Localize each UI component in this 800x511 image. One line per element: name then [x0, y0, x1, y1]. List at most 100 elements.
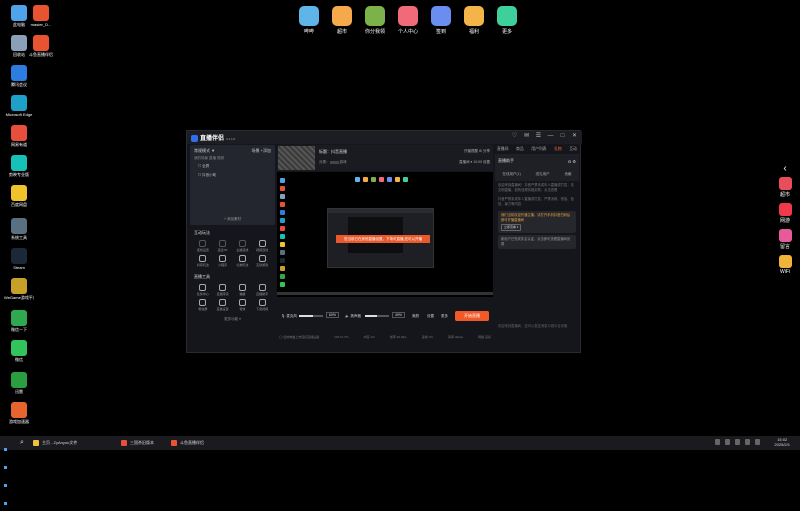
menu-icon[interactable]: ☰ [535, 133, 542, 140]
live-assistant-window: 直播伴侣 4.1.1.0 ♡ ✉ ☰ — □ ✕ 常规模式 ▼ 场景 +添加 我的场景 直播… [186, 130, 582, 353]
scene-label[interactable]: 场景 [252, 148, 260, 153]
dock-app[interactable]: 哔哔 [297, 6, 321, 35]
right-panel-tab[interactable]: 礼物 [554, 147, 562, 152]
add-source-button[interactable]: + 添加素材 [190, 217, 275, 222]
right-panel-tab[interactable]: 直播间 [497, 147, 508, 152]
dock-app[interactable]: 超市 [330, 6, 354, 35]
right-panel-tab[interactable]: 商品 [516, 147, 524, 152]
taskbar-item[interactable]: 三国杀旧版本 [120, 438, 154, 448]
collapse-chevron-icon[interactable]: ‹ [773, 163, 797, 177]
dock-app[interactable]: 福利 [462, 6, 486, 35]
interact-item[interactable]: 小程序 [214, 255, 232, 267]
tools-item[interactable]: 直播设置 [214, 299, 232, 311]
reminder-share[interactable]: 开播提醒 ⚙ 分享 [464, 149, 490, 154]
desktop-icon[interactable]: 网易有道 [4, 125, 34, 147]
mic-percent[interactable]: 60% [326, 312, 339, 318]
tools-item[interactable]: 音效 [234, 299, 252, 311]
dock-app[interactable]: 个人中心 [396, 6, 420, 35]
user-subtab[interactable]: 送礼用户 [536, 172, 550, 177]
speaker-percent[interactable]: 49% [392, 312, 405, 318]
interact-label: 互动游戏 [256, 263, 269, 267]
taskbar-item[interactable]: 主页 - ZyAnyou文件 [32, 438, 77, 448]
interact-item[interactable]: 主播连线 [234, 240, 252, 252]
desktop-icon[interactable]: 腾讯会议 [4, 65, 34, 87]
user-subtab[interactable]: 贡献 [565, 172, 572, 177]
mic-toggle[interactable]: 🎙 麦克风 [281, 314, 297, 319]
tools-item[interactable]: 任务中心 [194, 284, 212, 296]
scene-tabs[interactable]: 我的场景 直播 视频 [190, 155, 275, 162]
float-bar-item[interactable]: 网游 [773, 203, 797, 224]
speaker-toggle[interactable]: 🔈 扬声器 [345, 314, 361, 319]
close-button[interactable]: ✕ [571, 133, 578, 140]
message-icon[interactable]: ✉ [523, 133, 530, 140]
interact-item[interactable]: 视频连线 [253, 240, 271, 252]
interact-item[interactable]: 礼物玩法 [234, 255, 252, 267]
interact-item[interactable]: 互动游戏 [253, 255, 271, 267]
mode-select[interactable]: 常规模式 ▼ [194, 148, 215, 154]
minimize-button[interactable]: — [547, 133, 554, 140]
room-settings[interactable]: 直播间 ▾ 10:00 设置 [459, 160, 490, 165]
gear-icon[interactable]: ⚙ [572, 159, 576, 164]
desktop-icon[interactable]: 斗鱼直播伴侣 [26, 35, 56, 57]
desktop-icon[interactable]: 迅雷 [4, 372, 34, 394]
beauty-button[interactable]: 美颜 [412, 314, 419, 319]
settings-button[interactable]: 设置 [427, 314, 434, 319]
tools-item[interactable]: 直播带货 [214, 284, 232, 296]
view-now-button[interactable]: 立即查看 ▾ [501, 224, 522, 231]
add-scene-button[interactable]: +添加 [261, 148, 271, 153]
desktop-icon[interactable]: Microsoft Edge [4, 95, 34, 117]
desktop-icon[interactable]: 微信 [4, 340, 34, 362]
desktop: 此电脑 master_D... 回收站 斗鱼直播伴侣 腾讯会议 Microsoft Edg… [0, 0, 800, 436]
desktop-icon[interactable]: 微信一下 [4, 310, 34, 332]
float-bar-item[interactable]: 超市 [773, 177, 797, 198]
desktop-icon[interactable]: master_D... [26, 5, 56, 27]
float-bar-item[interactable]: WiFi [773, 255, 797, 275]
preview-desktop-icon [280, 282, 285, 287]
more-button[interactable]: 更多 [441, 314, 448, 319]
cover-thumbnail[interactable] [278, 146, 315, 170]
interact-item[interactable]: 连线设置 [194, 240, 212, 252]
app-icon [11, 35, 27, 51]
dock-app[interactable]: 更多 [495, 6, 519, 35]
live-preview[interactable]: 您当前已在其他直播设置，下场可直播,还可以开播 [277, 172, 493, 297]
desktop-icon[interactable]: 百度网盘 [4, 185, 34, 207]
app-icon [11, 218, 27, 234]
user-subtab[interactable]: 在线用户(1) [502, 172, 520, 177]
tools-item[interactable]: 粉丝群 [194, 299, 212, 311]
scene-item-fullscreen[interactable]: ☐ 全屏 [190, 162, 275, 171]
desktop-icon[interactable]: 系统工具 [4, 218, 34, 240]
chat-input[interactable]: 欢迎来到直播间，还可以发送消息与观众互动哦 [498, 324, 576, 344]
mic-slider[interactable] [299, 315, 323, 317]
desktop-icon[interactable]: WeGame游戏平台 [4, 278, 34, 300]
speaker-slider[interactable] [365, 315, 389, 317]
dock-app[interactable]: 签到 [429, 6, 453, 35]
interact-item[interactable]: 抖音玩法 [194, 255, 212, 267]
taskbar-item-label: 斗鱼直播伴侣 [180, 440, 204, 445]
tools-item[interactable]: 直播助手 [253, 284, 271, 296]
right-panel-tab[interactable]: 用户列表 [531, 147, 546, 152]
start-button[interactable] [4, 439, 12, 505]
right-panel-tab[interactable]: 互动 [569, 147, 577, 152]
system-tray[interactable] [715, 439, 760, 445]
collapse-icon[interactable]: ⊟ [568, 159, 571, 164]
search-icon[interactable]: ⌕ [20, 439, 28, 447]
dock-app[interactable]: 你分我领 [363, 6, 387, 35]
more-functions-link[interactable]: 更多功能 ▾ [190, 317, 275, 322]
interact-item[interactable]: 连麦PK [214, 240, 232, 252]
scene-item-assistant[interactable]: ☐ 抖音小助 [190, 171, 275, 180]
maximize-button[interactable]: □ [559, 133, 566, 140]
preview-desktop-icon [280, 258, 285, 263]
favorite-icon[interactable]: ♡ [511, 133, 518, 140]
tools-item[interactable]: 下载视频 [253, 299, 271, 311]
clock[interactable]: 15:02 2025/2/1 [774, 437, 790, 447]
desktop-icon[interactable]: Steam [4, 248, 34, 270]
stream-category[interactable]: 分类： 游戏 [319, 160, 346, 165]
desktop-icon[interactable]: 游戏加速器 [4, 402, 34, 424]
float-bar-item[interactable]: 留言 [773, 229, 797, 250]
taskbar-item[interactable]: 斗鱼直播伴侣 [170, 438, 204, 448]
tools-item[interactable]: 福袋 [234, 284, 252, 296]
status-metric: 丢帧 0% [421, 335, 433, 339]
desktop-icon[interactable]: 剪映专业版 [4, 155, 34, 177]
start-live-button[interactable]: 开始直播 [455, 311, 489, 321]
stream-title[interactable]: 标题：抖音直播 [319, 149, 347, 155]
